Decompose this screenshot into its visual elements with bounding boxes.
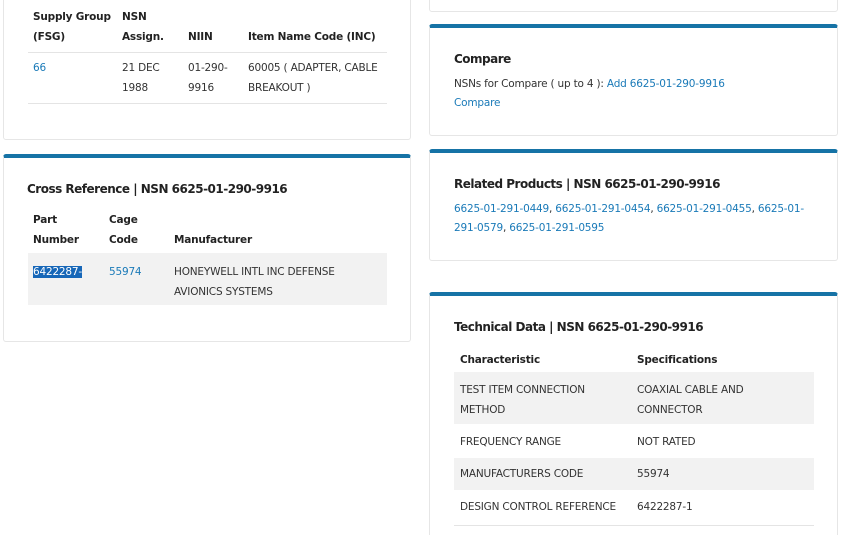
right-top-card (429, 0, 838, 12)
compare-card: Compare NSNs for Compare ( up to 4 ): Ad… (429, 24, 838, 136)
niin-value: 01-290-9916 (188, 62, 228, 94)
characteristic-value: FREQUENCY RANGE (460, 436, 561, 448)
specification-value: 6422287-1 (637, 501, 693, 513)
compare-title: Compare (454, 52, 511, 66)
header-part-number: Part Number (33, 214, 79, 246)
characteristic-value: MANUFACTURERS CODE (460, 468, 584, 480)
cage-code-link[interactable]: 55974 (109, 262, 159, 282)
selected-part-number: 6422287-1 (33, 266, 82, 282)
manufacturer-value: HONEYWELL INTL INC DEFENSE AVIONICS SYST… (174, 266, 335, 298)
cross-reference-title: Cross Reference | NSN 6625-01-290-9916 (27, 182, 288, 196)
header-characteristic: Characteristic (460, 354, 540, 366)
related-link[interactable]: 6625-01-291-0595 (509, 222, 604, 234)
cross-reference-card: Cross Reference | NSN 6625-01-290-9916 P… (3, 154, 411, 342)
characteristic-value: DESIGN CONTROL REFERENCE (460, 501, 616, 513)
inc-value: 60005 ( ADAPTER, CABLE BREAKOUT ) (248, 62, 378, 94)
specification-value: 55974 (637, 468, 670, 480)
compare-text: NSNs for Compare ( up to 4 ): Add 6625-0… (454, 75, 814, 113)
row-divider (454, 525, 814, 526)
header-nsn-assign: NSN Assign. (122, 11, 164, 43)
characteristic-value: TEST ITEM CONNECTION METHOD (460, 384, 585, 416)
specification-value: COAXIAL CABLE AND CONNECTOR (637, 384, 744, 416)
row-divider (28, 103, 387, 104)
assigned-date: 21 DEC 1988 (122, 62, 160, 94)
header-niin: NIIN (188, 31, 213, 43)
specification-value: NOT RATED (637, 436, 696, 448)
related-link[interactable]: 6625-01-291-0454 (555, 203, 650, 215)
header-manufacturer: Manufacturer (174, 234, 252, 246)
header-inc: Item Name Code (INC) (248, 31, 376, 43)
compare-label: NSNs for Compare ( up to 4 ): (454, 78, 604, 90)
header-supply-group: Supply Group (FSG) (33, 11, 111, 43)
related-link[interactable]: 6625-01-291-0455 (657, 203, 752, 215)
part-number-link[interactable]: 6422287-1 (33, 262, 88, 282)
related-links: 6625-01-291-0449, 6625-01-291-0454, 6625… (454, 203, 804, 234)
fsg-link[interactable]: 66 (33, 58, 93, 78)
compare-link[interactable]: Compare (454, 97, 500, 109)
technical-data-card: Technical Data | NSN 6625-01-290-9916 Ch… (429, 292, 838, 535)
header-specifications: Specifications (637, 354, 718, 366)
related-link[interactable]: 6625-01-291-0449 (454, 203, 549, 215)
identification-card: Supply Group (FSG) NSN Assign. NIIN Item… (3, 0, 411, 140)
header-cage-code: Cage Code (109, 214, 138, 246)
technical-data-title: Technical Data | NSN 6625-01-290-9916 (454, 320, 704, 334)
header-divider (28, 52, 387, 53)
related-products-card: Related Products | NSN 6625-01-290-9916 … (429, 149, 838, 261)
related-products-title: Related Products | NSN 6625-01-290-9916 (454, 177, 720, 191)
add-compare-link[interactable]: Add 6625-01-290-9916 (607, 78, 725, 90)
